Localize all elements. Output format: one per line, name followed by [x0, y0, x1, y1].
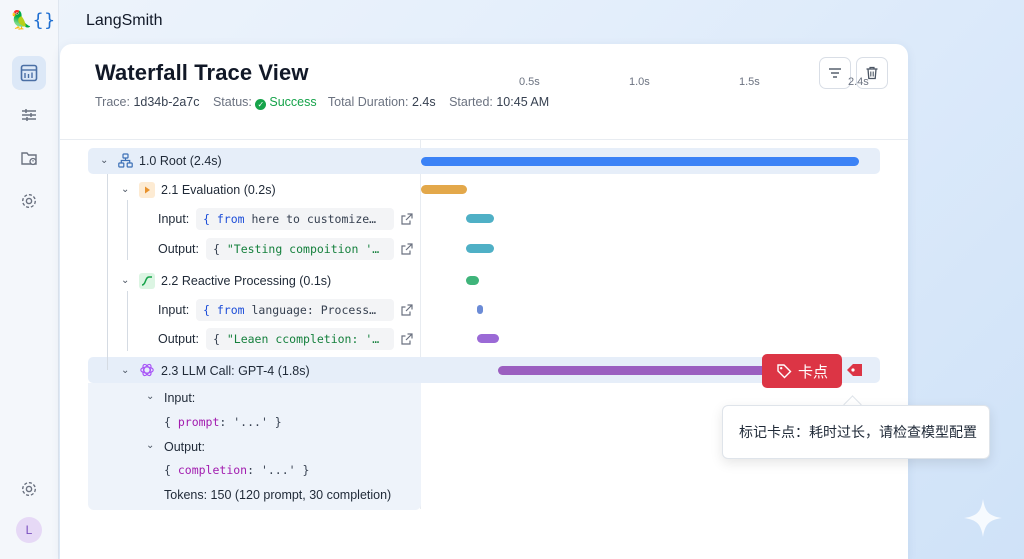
- external-link-icon[interactable]: [400, 303, 414, 317]
- bottleneck-tag[interactable]: 卡点: [762, 354, 842, 388]
- tree-line: [107, 174, 108, 370]
- reactive-output-preview[interactable]: { "Leaen ccompletion: '…: [206, 328, 394, 350]
- folder-clock-icon: [21, 152, 37, 166]
- output-label: Output:: [158, 242, 199, 256]
- llm-output-value: { completion: '...' }: [164, 463, 309, 477]
- openai-icon: [140, 363, 154, 377]
- evaluation-output-preview[interactable]: { "Testing compoition '…: [206, 238, 394, 260]
- header-divider: [60, 139, 908, 140]
- play-icon: [139, 182, 155, 198]
- page-title: Waterfall Trace View: [95, 60, 309, 85]
- token-count: Tokens: 150 (120 prompt, 30 completion): [164, 488, 392, 502]
- tick-label: 0.5s: [519, 76, 540, 88]
- evaluation-output-bar[interactable]: [466, 244, 494, 253]
- code-string: "Testing compoition '…: [226, 242, 380, 256]
- duration-value: 2.4s: [411, 95, 436, 109]
- filter-button[interactable]: [819, 57, 851, 89]
- chevron-down-icon[interactable]: ⌄: [146, 440, 154, 451]
- tick-label: 1.5s: [739, 76, 760, 88]
- evaluation-node-label[interactable]: 2.1 Evaluation (0.2s): [161, 183, 276, 197]
- evaluation-span-bar[interactable]: [421, 185, 467, 194]
- tree-line: [127, 200, 128, 260]
- code-keyword: { from: [203, 212, 245, 226]
- trace-label: Trace:: [95, 95, 130, 109]
- code-text: {: [213, 242, 227, 256]
- tag-icon: [777, 364, 792, 379]
- root-span-bar[interactable]: [421, 157, 859, 166]
- reactive-input-preview[interactable]: { from language: Process…: [196, 299, 394, 321]
- output-label: Output:: [158, 332, 199, 346]
- external-link-icon[interactable]: [400, 332, 414, 346]
- status-badge: Success: [269, 95, 317, 109]
- code-text: : '...' }: [219, 415, 282, 429]
- dashboard-icon: [20, 64, 38, 82]
- sidebar: 🦜{} L: [0, 0, 59, 559]
- tag-marker-icon[interactable]: [846, 362, 864, 378]
- input-label: Input:: [158, 212, 190, 226]
- folder-clock-nav-button[interactable]: [12, 141, 46, 175]
- tick-label: 2.4s: [848, 76, 869, 88]
- code-text: {: [213, 332, 227, 346]
- bottleneck-tag-label: 卡点: [797, 363, 828, 381]
- tick-label: 1.0s: [629, 76, 650, 88]
- sliders-nav-button[interactable]: [12, 98, 46, 132]
- code-key: prompt: [177, 415, 220, 429]
- code-text: : '...' }: [247, 463, 310, 477]
- hierarchy-icon: [118, 153, 133, 168]
- filter-icon: [829, 68, 841, 78]
- chevron-down-icon[interactable]: ⌄: [121, 184, 129, 195]
- code-text: here to customize…: [244, 212, 377, 226]
- tree-line: [127, 291, 128, 351]
- settings-icon: [21, 193, 37, 209]
- duration-label: Total Duration:: [327, 95, 409, 109]
- llm-node-label[interactable]: 2.3 LLM Call: GPT-4 (1.8s): [161, 364, 310, 378]
- flow-icon: [139, 273, 155, 289]
- chevron-down-icon[interactable]: ⌄: [121, 365, 129, 376]
- external-link-icon[interactable]: [400, 212, 414, 226]
- trace-id: 1d34b-2a7c: [133, 95, 200, 109]
- chevron-down-icon[interactable]: ⌄: [121, 275, 129, 286]
- status-label: Status:: [212, 95, 252, 109]
- dashboard-nav-button[interactable]: [12, 56, 46, 90]
- code-keyword: { from: [203, 303, 245, 317]
- bottleneck-tooltip: 标记卡点：耗时过长，请检查模型配置: [722, 405, 990, 459]
- code-string: "Leaen ccompletion: '…: [226, 332, 380, 346]
- chevron-down-icon[interactable]: ⌄: [100, 155, 108, 166]
- reactive-span-bar[interactable]: [466, 276, 479, 285]
- code-text: {: [164, 415, 178, 429]
- code-key: completion: [177, 463, 248, 477]
- started-value: 10:45 AM: [496, 95, 550, 109]
- output-label: Output:: [164, 440, 205, 454]
- trace-meta: Trace: 1d34b-2a7c Status: ✓ Success Total…: [95, 95, 549, 110]
- langsmith-logo[interactable]: 🦜{}: [10, 10, 55, 31]
- app-title: LangSmith: [86, 12, 163, 29]
- evaluation-input-bar[interactable]: [466, 214, 494, 223]
- chevron-down-icon[interactable]: ⌄: [146, 391, 154, 402]
- started-label: Started:: [449, 95, 493, 109]
- input-label: Input:: [158, 303, 190, 317]
- sliders-icon: [22, 109, 36, 121]
- bottom-settings-button[interactable]: [12, 472, 46, 506]
- external-link-icon[interactable]: [400, 242, 414, 256]
- avatar[interactable]: L: [16, 517, 42, 543]
- check-circle-icon: ✓: [255, 99, 267, 110]
- evaluation-input-preview[interactable]: { from here to customize…: [196, 208, 394, 230]
- settings-nav-button[interactable]: [12, 184, 46, 218]
- llm-span-bar[interactable]: [498, 366, 768, 375]
- llm-input-value: { prompt: '...' }: [164, 415, 282, 429]
- sparkle-icon: [964, 499, 1002, 537]
- input-label: Input:: [164, 391, 196, 405]
- code-text: {: [164, 463, 178, 477]
- reactive-input-bar[interactable]: [477, 305, 483, 314]
- code-text: language: Process…: [244, 303, 377, 317]
- reactive-node-label[interactable]: 2.2 Reactive Processing (0.1s): [161, 274, 331, 288]
- root-node-label[interactable]: 1.0 Root (2.4s): [139, 154, 222, 168]
- reactive-output-bar[interactable]: [477, 334, 499, 343]
- settings-icon: [21, 481, 37, 497]
